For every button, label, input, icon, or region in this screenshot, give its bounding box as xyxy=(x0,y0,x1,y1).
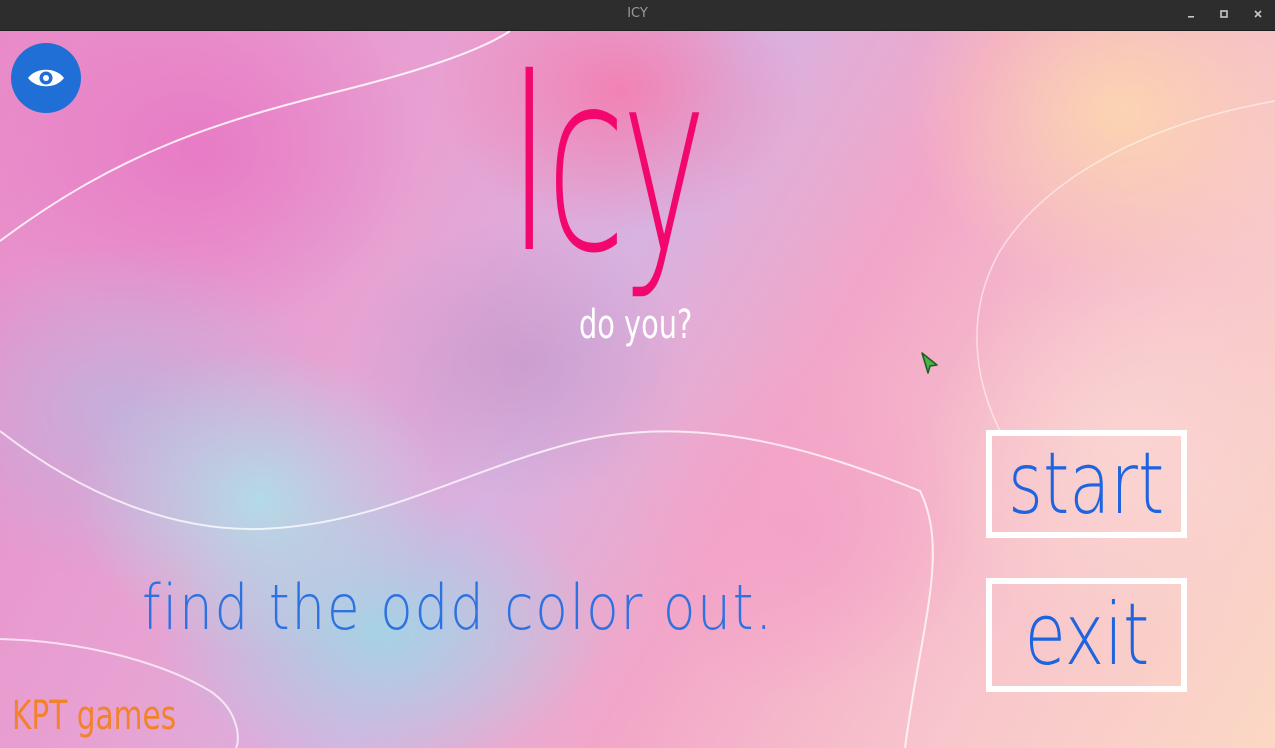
exit-button-label: exit xyxy=(1024,585,1149,685)
view-toggle-button[interactable] xyxy=(11,43,81,113)
game-window: ICY Icy do you? find the odd color out. … xyxy=(0,0,1275,748)
exit-button[interactable]: exit xyxy=(986,578,1187,692)
brand-label: KPT games xyxy=(12,693,177,739)
close-button[interactable] xyxy=(1242,0,1274,27)
game-canvas: Icy do you? find the odd color out. star… xyxy=(0,31,1275,748)
game-tagline: find the odd color out. xyxy=(142,571,774,644)
window-title: ICY xyxy=(627,6,648,21)
start-button-label: start xyxy=(1008,434,1165,534)
minimize-icon xyxy=(1188,15,1194,18)
close-icon xyxy=(1254,9,1262,18)
maximize-icon xyxy=(1220,9,1228,18)
maximize-button[interactable] xyxy=(1208,0,1240,27)
window-titlebar[interactable]: ICY xyxy=(0,0,1275,31)
minimize-button[interactable] xyxy=(1175,0,1207,27)
game-subtitle: do you? xyxy=(579,302,693,348)
eye-icon xyxy=(28,69,64,87)
pointer-cursor-icon xyxy=(921,352,938,374)
start-button[interactable]: start xyxy=(986,430,1187,538)
